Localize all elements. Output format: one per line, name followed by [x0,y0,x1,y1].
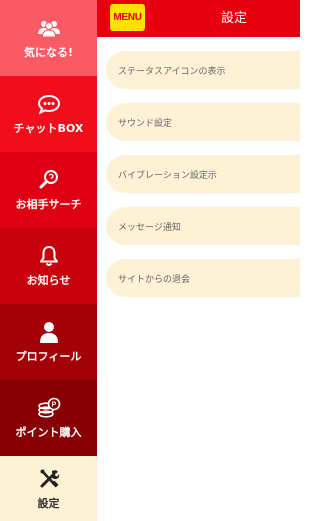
sidebar-item-label: ポイント購入 [15,426,82,439]
sidebar-item-notifications[interactable]: お知らせ [0,228,97,304]
settings-row-label: バイブレーション設定示 [118,170,217,181]
settings-list: ステータスアイコンの表示 サウンド設定 バイブレーション設定示 メッセージ通知 … [97,37,300,311]
sidebar-item-label: プロフィール [15,350,82,363]
sidebar-item-label: お知らせ [26,274,71,287]
sidebar-item-buy-points[interactable]: P ポイント購入 [0,380,97,456]
settings-row-vibration[interactable]: バイブレーション設定示 [106,155,300,193]
top-bar: MENU 設定 [97,0,300,37]
settings-row-sound[interactable]: サウンド設定 [106,103,300,141]
chat-bubble-icon [37,92,61,116]
settings-row-label: サウンド設定 [118,118,173,129]
search-icon [38,168,60,192]
coins-icon: P [37,396,61,420]
sidebar-item-label: お相手サーチ [15,198,82,211]
tools-icon [38,467,60,491]
settings-row-status-icon[interactable]: ステータスアイコンの表示 [106,51,300,89]
settings-row-label: ステータスアイコンの表示 [118,66,226,77]
svg-text:P: P [51,402,56,409]
page-title: 設定 [220,11,247,26]
sidebar-item-partner-search[interactable]: お相手サーチ [0,152,97,228]
sidebar-nav: 気になる! チャットBOX お相手サーチ お知らせ プロフィール P ポイント購… [0,0,97,521]
sidebar-item-label: 設定 [37,496,60,510]
settings-row-message-notification[interactable]: メッセージ通知 [106,207,300,245]
menu-button[interactable]: MENU [110,4,145,31]
user-icon [39,320,59,344]
settings-row-withdraw[interactable]: サイトからの退会 [106,259,300,297]
sidebar-item-settings[interactable]: 設定 [0,456,97,521]
settings-row-label: サイトからの退会 [118,274,191,285]
sidebar-item-profile[interactable]: プロフィール [0,304,97,380]
sidebar-item-chat-box[interactable]: チャットBOX [0,76,97,152]
settings-row-label: メッセージ通知 [118,222,181,233]
sidebar-item-favorites[interactable]: 気になる! [0,0,97,76]
bell-icon [39,244,59,268]
sidebar-item-label: 気になる! [23,46,74,59]
sidebar-item-label: チャットBOX [13,122,84,135]
people-icon [37,16,61,40]
